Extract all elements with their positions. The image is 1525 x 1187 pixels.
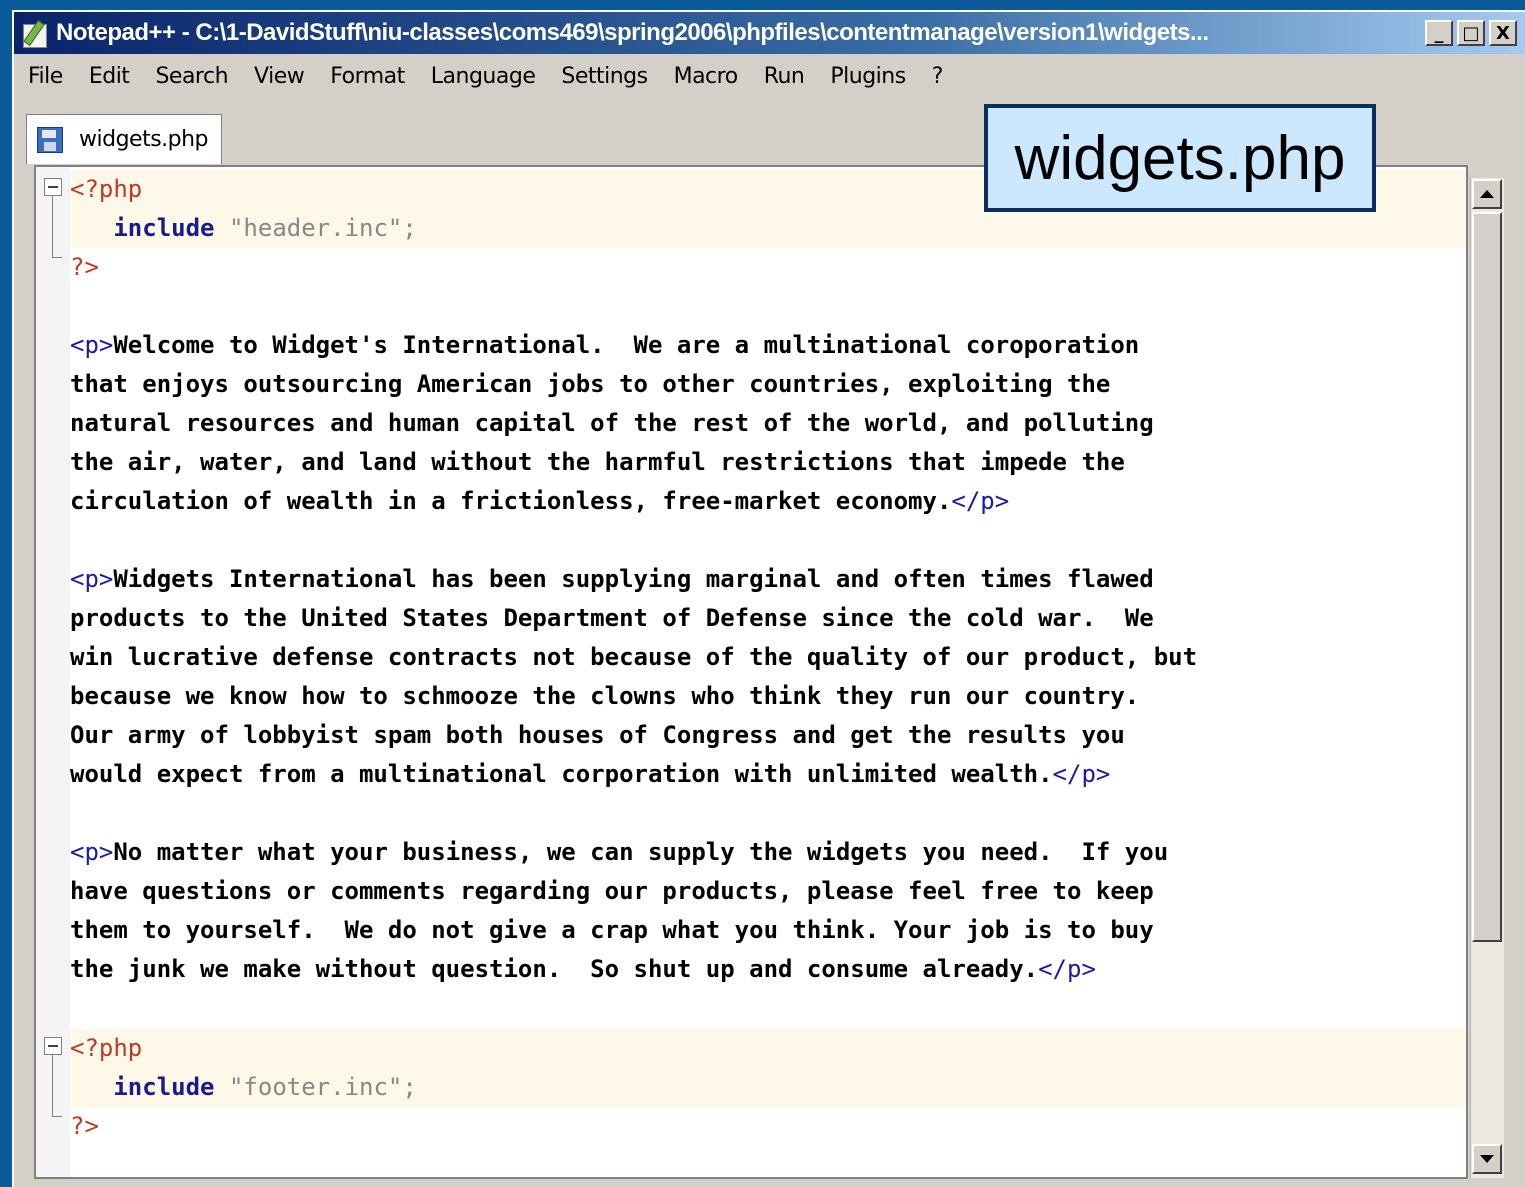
code-line: <p>No matter what your business, we can … (70, 833, 1466, 872)
vertical-scrollbar[interactable] (1470, 178, 1504, 1178)
code-line: circulation of wealth in a frictionless,… (70, 482, 1466, 521)
code-line: ?> (70, 1107, 1466, 1146)
code-line: include "header.inc"; (70, 209, 1466, 248)
text-run: that enjoys outsourcing American jobs to… (70, 370, 1111, 398)
fold-gutter (36, 167, 70, 1177)
text-run: products to the United States Department… (70, 604, 1154, 632)
text-run: natural resources and human capital of t… (70, 409, 1154, 437)
text-run: would expect from a multinational corpor… (70, 760, 1053, 788)
code-line: have questions or comments regarding our… (70, 872, 1466, 911)
menu-run[interactable]: Run (764, 64, 805, 89)
window-title: Notepad++ - C:\1-DavidStuff\niu-classes\… (56, 19, 1209, 46)
code-line: that enjoys outsourcing American jobs to… (70, 365, 1466, 404)
scroll-up-button[interactable] (1472, 179, 1502, 209)
html-tag: </p> (1052, 760, 1111, 788)
text-run: the air, water, and land without the har… (70, 448, 1125, 476)
fold-line (52, 196, 53, 257)
code-line: <?php (70, 1029, 1466, 1068)
save-icon (37, 126, 63, 153)
php-open-tag: <?php (70, 175, 143, 203)
menu-format[interactable]: Format (330, 64, 405, 89)
menu-edit[interactable]: Edit (89, 64, 130, 89)
filename-callout: widgets.php (984, 104, 1376, 212)
text-run: the junk we make without question. So sh… (70, 955, 1039, 983)
code-line: win lucrative defense contracts not beca… (70, 638, 1466, 677)
menu-view[interactable]: View (254, 64, 305, 89)
menu-search[interactable]: Search (155, 64, 228, 89)
menu-file[interactable]: File (28, 64, 63, 89)
minimize-button[interactable]: _ (1425, 20, 1453, 46)
html-tag: <p> (70, 565, 114, 593)
scroll-down-button[interactable] (1472, 1144, 1502, 1174)
text-run: No matter what your business, we can sup… (113, 838, 1169, 866)
menu-help[interactable]: ? (932, 64, 944, 89)
php-close-tag: ?> (70, 1112, 99, 1140)
close-button[interactable]: X (1489, 20, 1517, 46)
keyword-include: include (113, 1073, 215, 1101)
fold-end (52, 1116, 62, 1117)
text-run: Widgets International has been supplying… (113, 565, 1154, 593)
keyword-include: include (113, 214, 215, 242)
string-literal: "header.inc"; (228, 214, 417, 242)
text-run: circulation of wealth in a frictionless,… (70, 487, 952, 515)
menu-language[interactable]: Language (431, 64, 536, 89)
string-literal: "footer.inc"; (228, 1073, 417, 1101)
code-line: would expect from a multinational corpor… (70, 755, 1466, 794)
text-run: them to yourself. We do not give a crap … (70, 916, 1154, 944)
code-line: them to yourself. We do not give a crap … (70, 911, 1466, 950)
menu-settings[interactable]: Settings (561, 64, 648, 89)
tab-label: widgets.php (79, 127, 209, 152)
fold-end (52, 257, 62, 258)
title-bar[interactable]: Notepad++ - C:\1-DavidStuff\niu-classes\… (14, 12, 1525, 54)
code-line: include "footer.inc"; (70, 1068, 1466, 1107)
fold-line (52, 1055, 53, 1116)
text-run: have questions or comments regarding our… (70, 877, 1154, 905)
fold-toggle-icon[interactable] (44, 1037, 62, 1055)
text-run: win lucrative defense contracts not beca… (70, 643, 1198, 671)
notepadpp-app-icon[interactable] (20, 18, 50, 48)
text-run: Welcome to Widget's International. We ar… (113, 331, 1140, 359)
scroll-thumb[interactable] (1472, 212, 1502, 942)
maximize-button[interactable]: □ (1457, 20, 1485, 46)
menu-macro[interactable]: Macro (674, 64, 739, 89)
html-tag: </p> (1038, 955, 1096, 983)
code-line: the air, water, and land without the har… (70, 443, 1466, 482)
fold-toggle-icon[interactable] (44, 178, 62, 196)
menu-plugins[interactable]: Plugins (830, 64, 906, 89)
php-open-tag: <?php (70, 1034, 143, 1062)
code-line: Our army of lobbyist spam both houses of… (70, 716, 1466, 755)
text-run: because we know how to schmooze the clow… (70, 682, 1140, 710)
text-run: Our army of lobbyist spam both houses of… (70, 721, 1125, 749)
menu-bar: File Edit Search View Format Language Se… (14, 56, 1525, 96)
php-close-tag: ?> (70, 253, 99, 281)
html-tag: </p> (951, 487, 1010, 515)
code-line: <p>Welcome to Widget's International. We… (70, 326, 1466, 365)
code-line: ?> (70, 248, 1466, 287)
code-line: natural resources and human capital of t… (70, 404, 1466, 443)
arrow-up-icon (1480, 190, 1494, 198)
code-line: products to the United States Department… (70, 599, 1466, 638)
code-editor[interactable]: <?php include "header.inc"; ?> <p>Welcom… (34, 165, 1468, 1179)
code-line: because we know how to schmooze the clow… (70, 677, 1466, 716)
html-tag: <p> (70, 838, 114, 866)
code-line: <p>Widgets International has been supply… (70, 560, 1466, 599)
tab-widgets-php[interactable]: widgets.php (26, 114, 222, 164)
arrow-down-icon (1480, 1155, 1494, 1163)
html-tag: <p> (70, 331, 114, 359)
code-line: the junk we make without question. So sh… (70, 950, 1466, 989)
